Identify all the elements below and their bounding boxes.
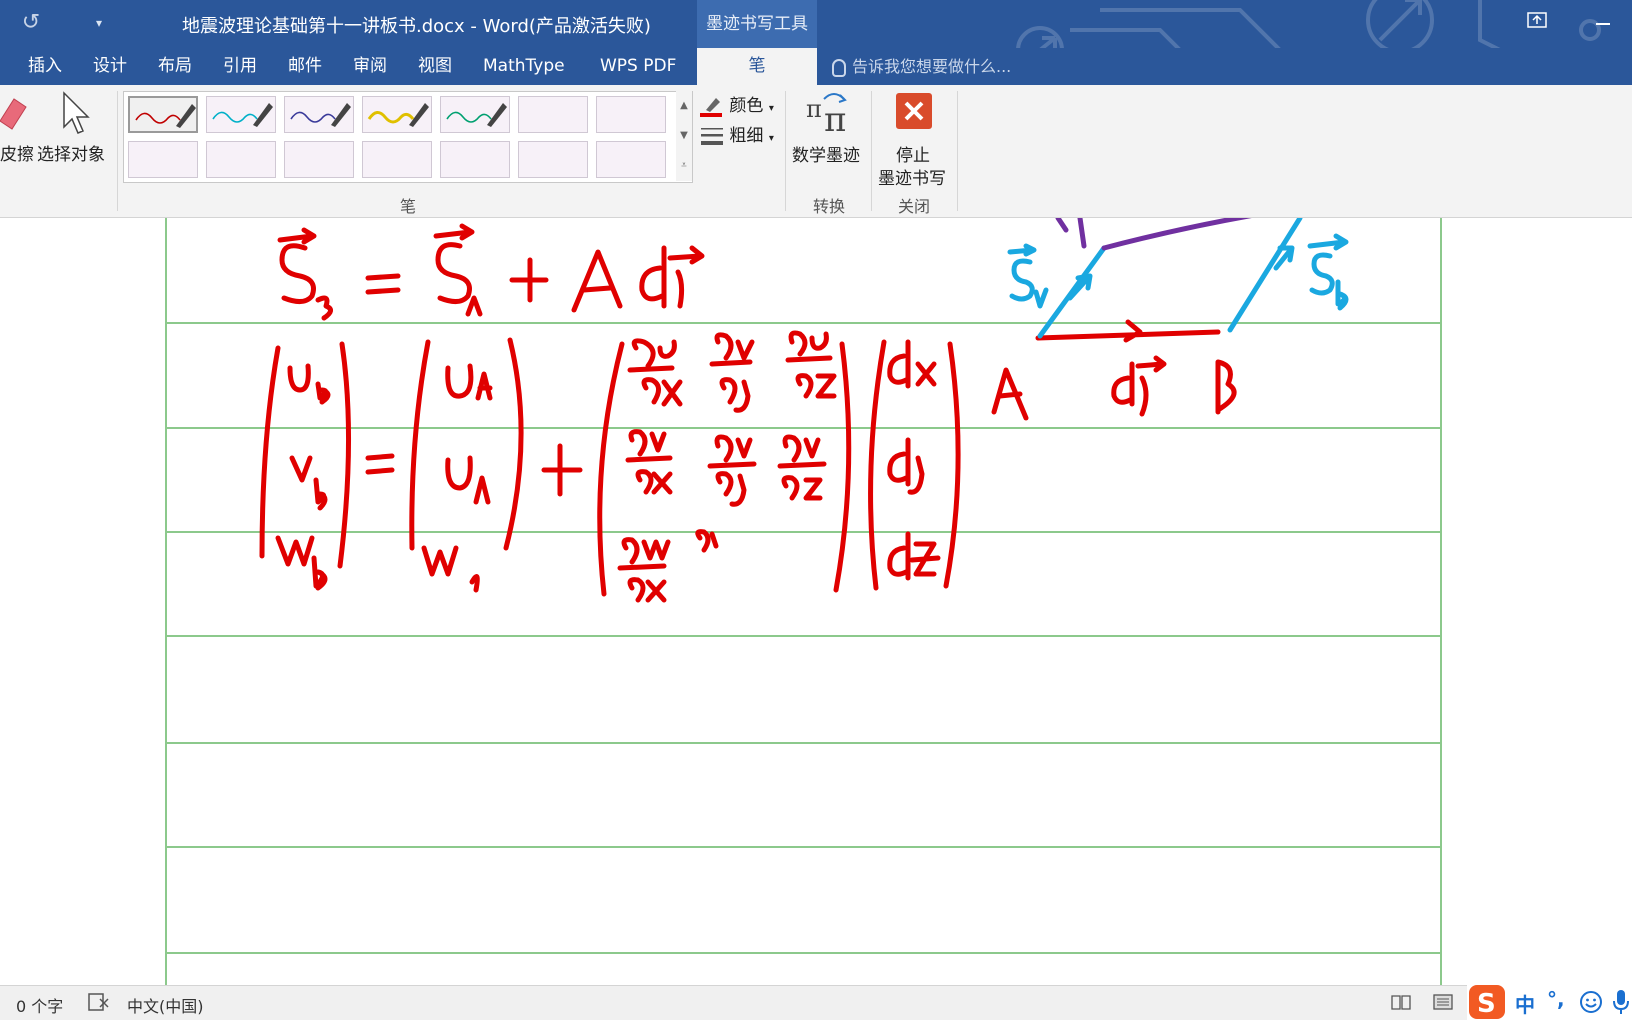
thickness-dropdown-icon: ▾ <box>768 133 774 144</box>
handwritten-ink[interactable] <box>0 218 1632 985</box>
math-ink-button[interactable]: π π 数学墨迹 <box>790 85 868 185</box>
pen-swatch-icon <box>446 103 507 127</box>
proofing-icon[interactable] <box>88 993 110 1015</box>
pen-empty-slot[interactable] <box>362 141 432 178</box>
separator <box>117 91 118 211</box>
pen-red[interactable] <box>128 96 198 133</box>
close-icon <box>896 93 932 129</box>
pen-empty-slot[interactable] <box>596 141 666 178</box>
separator <box>957 91 958 211</box>
stop-inking-button[interactable]: 停止 墨迹书写 <box>874 85 954 189</box>
minimize-icon[interactable] <box>1588 8 1618 38</box>
select-objects-label: 选择对象 <box>37 145 105 165</box>
pi-ink-icon: π π <box>806 93 847 135</box>
sogou-icon[interactable]: S <box>1467 984 1507 1020</box>
tab-review[interactable]: 审阅 <box>353 48 387 85</box>
gallery-scroll-up-icon[interactable]: ▲ <box>676 91 692 121</box>
pen-yellow-highlighter[interactable] <box>362 96 432 133</box>
color-dropdown-icon: ▾ <box>768 103 774 114</box>
select-objects-button[interactable]: 选择对象 <box>37 85 113 175</box>
tell-me-search[interactable]: 告诉我您想要做什么... <box>832 48 1011 85</box>
cursor-arrow-icon <box>63 91 90 134</box>
convert-group-label: 转换 <box>812 197 845 216</box>
pen-swatch-icon <box>290 103 351 127</box>
pen-empty-slot[interactable] <box>206 141 276 178</box>
color-label: 颜色 <box>729 96 764 116</box>
line-thickness-icon <box>701 128 723 145</box>
print-layout-icon[interactable] <box>1432 993 1454 1015</box>
gallery-expand-icon[interactable]: ⩡ <box>676 151 692 181</box>
color-button[interactable]: 颜色 ▾ <box>700 91 774 118</box>
close-group-label: 关闭 <box>897 197 930 216</box>
separator <box>871 91 872 211</box>
svg-text:π: π <box>824 100 846 135</box>
context-tab-title: 墨迹书写工具 <box>697 0 817 48</box>
quick-access-dropdown-icon[interactable]: ▾ <box>90 10 108 36</box>
pen-empty-slot[interactable] <box>128 141 198 178</box>
eraser-label: 皮擦 <box>0 145 34 165</box>
pen-empty-slot[interactable] <box>518 96 588 133</box>
lightbulb-icon <box>832 58 846 77</box>
eraser-icon <box>0 98 27 130</box>
ime-toolbar[interactable]: S 中 °, <box>1467 983 1632 1020</box>
tab-references[interactable]: 引用 <box>223 48 257 85</box>
tab-wps-pdf[interactable]: WPS PDF <box>600 48 676 85</box>
tab-design[interactable]: 设计 <box>93 48 127 85</box>
ime-mode[interactable]: 中 <box>1515 989 1535 1018</box>
thickness-button[interactable]: 粗细 ▾ <box>700 121 774 147</box>
pen-gallery <box>123 91 693 183</box>
stop-ink-label-line1: 停止 <box>896 146 930 166</box>
separator <box>785 91 786 211</box>
ribbon-tabs: 插入 设计 布局 引用 邮件 审阅 视图 MathType WPS PDF 笔 … <box>0 48 1632 85</box>
pen-green[interactable] <box>440 96 510 133</box>
pen-cyan[interactable] <box>206 96 276 133</box>
pen-empty-slot[interactable] <box>440 141 510 178</box>
pen-swatch-icon <box>367 103 429 127</box>
tell-me-placeholder: 告诉我您想要做什么... <box>852 57 1012 76</box>
tab-layout[interactable]: 布局 <box>158 48 192 85</box>
tab-insert[interactable]: 插入 <box>28 48 62 85</box>
status-bar: 0 个字 中文(中国) <box>0 985 1632 1020</box>
pen-color-icon <box>700 98 722 117</box>
svg-text:π: π <box>806 95 822 123</box>
math-ink-label: 数学墨迹 <box>792 146 860 166</box>
tab-mailings[interactable]: 邮件 <box>288 48 322 85</box>
language-indicator[interactable]: 中文(中国) <box>127 993 204 1017</box>
undo-icon[interactable]: ↺ <box>18 10 44 36</box>
stop-ink-label-line2: 墨迹书写 <box>878 169 946 189</box>
emoji-icon[interactable] <box>1579 990 1603 1014</box>
tab-view[interactable]: 视图 <box>418 48 452 85</box>
tab-pens[interactable]: 笔 <box>697 48 817 85</box>
pen-empty-slot[interactable] <box>596 96 666 133</box>
read-mode-icon[interactable] <box>1390 993 1412 1015</box>
pen-swatch-icon <box>212 103 273 127</box>
ribbon: 皮擦 选择对象 ▲ ▼ ⩡ 笔 颜色 ▾ 粗细 ▾ π π 数学墨迹 转换 停止… <box>0 85 1632 218</box>
tab-mathtype[interactable]: MathType <box>483 48 565 85</box>
pen-swatch-icon <box>135 104 196 128</box>
mic-icon[interactable] <box>1612 989 1630 1015</box>
word-count[interactable]: 0 个字 <box>16 993 63 1017</box>
pen-empty-slot[interactable] <box>284 141 354 178</box>
ime-punctuation[interactable]: °, <box>1547 987 1565 1011</box>
title-bar: ↺ ▾ 地震波理论基础第十一讲板书.docx - Word(产品激活失败) 墨迹… <box>0 0 1632 80</box>
eraser-button[interactable]: 皮擦 <box>0 85 36 175</box>
thickness-label: 粗细 <box>729 126 764 146</box>
pen-empty-slot[interactable] <box>518 141 588 178</box>
pen-navy[interactable] <box>284 96 354 133</box>
gallery-scroll-down-icon[interactable]: ▼ <box>676 121 692 151</box>
document-area[interactable] <box>0 218 1632 985</box>
ribbon-display-icon[interactable] <box>1522 8 1552 38</box>
pens-group-label: 笔 <box>399 197 416 216</box>
svg-text:S: S <box>1477 989 1496 1019</box>
document-title: 地震波理论基础第十一讲板书.docx - Word(产品激活失败) <box>182 16 651 37</box>
